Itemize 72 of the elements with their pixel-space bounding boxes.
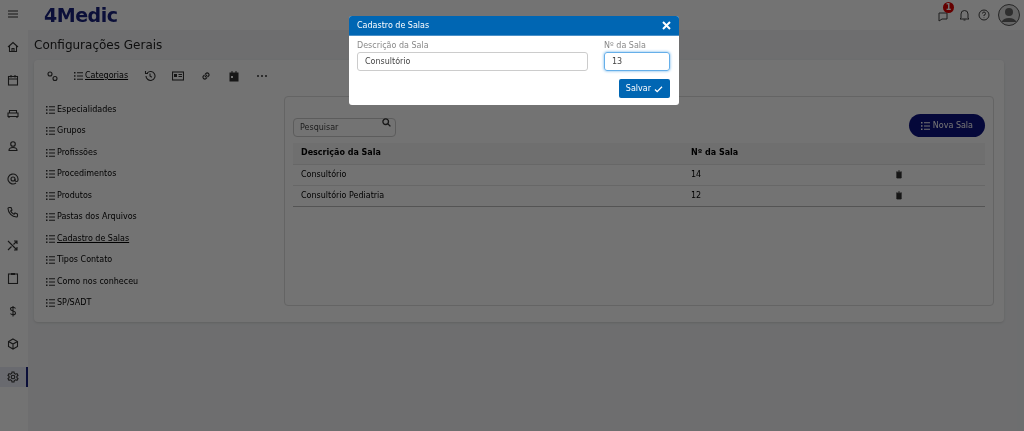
category-link[interactable]: Como nos conheceu [46, 271, 139, 293]
page-title: Configurações Gerais [34, 37, 163, 54]
chat-icon[interactable] [937, 11, 949, 23]
gears-icon [46, 70, 58, 82]
sidebar-button[interactable] [0, 367, 28, 387]
settings-icon [7, 371, 19, 383]
close-icon[interactable] [662, 21, 671, 30]
calendar-icon [7, 74, 19, 86]
category-link[interactable]: Profissões [46, 142, 98, 164]
field-label: Nº da Sala [604, 40, 647, 52]
bell-icon[interactable] [959, 9, 970, 21]
new-room-button[interactable]: Nova Sala [908, 114, 985, 137]
save-button[interactable]: Salvar [618, 79, 670, 98]
category-link[interactable]: Produtos [46, 185, 93, 207]
input-field[interactable]: 13 [604, 52, 670, 71]
trash-icon[interactable] [895, 170, 903, 179]
search-icon [382, 118, 391, 127]
list-icon [46, 147, 55, 158]
help-icon[interactable] [978, 9, 990, 21]
search-field[interactable]: Pesquisar [293, 118, 396, 137]
list-icon [46, 233, 55, 244]
gears-tab[interactable] [46, 70, 58, 82]
id-card-tab[interactable] [172, 70, 185, 82]
id-card-icon [172, 70, 185, 82]
category-link[interactable]: Pastas dos Arquivos [46, 206, 137, 228]
at-sign-icon [7, 173, 19, 185]
list-icon [920, 120, 930, 131]
sofa-icon [7, 107, 19, 119]
link-icon [200, 70, 213, 82]
dialog-title: Cadastro de Salas [357, 19, 430, 32]
list-icon [46, 190, 55, 201]
list-icon [46, 212, 55, 223]
list-icon [46, 276, 55, 287]
avatar[interactable] [998, 4, 1020, 26]
category-link[interactable]: Cadastro de Salas [46, 228, 130, 250]
check-icon [654, 84, 663, 93]
list-icon [46, 255, 55, 266]
shuffle-icon [7, 239, 19, 251]
person-icon [7, 140, 19, 152]
table-cell: 12 [683, 185, 885, 206]
column-header: Nº da Sala [683, 143, 885, 164]
column-header: Descrição da Sala [293, 143, 683, 164]
input-field[interactable]: Consultório [357, 52, 588, 71]
table-cell: Consultório [293, 164, 683, 185]
calendar-day-icon [228, 70, 241, 82]
home-icon [7, 41, 19, 53]
logo: 4Medic [44, 2, 118, 28]
list-icon [74, 71, 83, 81]
cube-icon [7, 338, 19, 350]
trash-icon[interactable] [895, 191, 903, 200]
table-cell: 14 [683, 164, 885, 185]
calendar-day-tab[interactable] [228, 70, 241, 82]
category-link[interactable]: Procedimentos [46, 163, 117, 185]
category-link[interactable]: SP/SADT [46, 292, 92, 314]
categories-tab[interactable]: Categorias [74, 70, 129, 82]
list-icon [46, 104, 55, 115]
history-tab[interactable] [144, 70, 157, 82]
clipboard-icon [7, 272, 19, 284]
history-icon [144, 70, 157, 82]
phone-icon [7, 206, 19, 218]
dollar-icon [7, 305, 19, 317]
notification-badge: 1 [943, 2, 954, 13]
table-cell: Consultório Pediatria [293, 185, 683, 206]
list-icon [46, 126, 55, 137]
list-icon [46, 298, 55, 309]
category-link[interactable]: Tipos Contato [46, 249, 113, 271]
field-label: Descrição da Sala [357, 40, 430, 52]
category-link[interactable]: Especialidades [46, 99, 117, 121]
category-link[interactable]: Grupos [46, 120, 86, 142]
list-icon [46, 169, 55, 180]
link-tab[interactable] [200, 70, 213, 82]
menu-icon [7, 8, 19, 20]
